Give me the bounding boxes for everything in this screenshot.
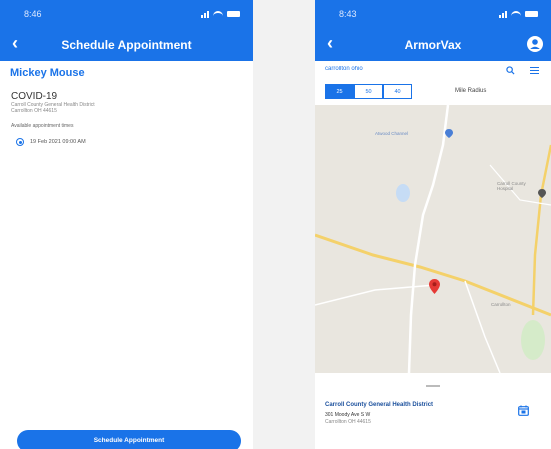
status-time: 8:46 <box>24 9 42 19</box>
location-address: 301 Moody Ave S W <box>325 412 371 418</box>
status-bar: 8:43 <box>315 0 551 28</box>
calendar-icon[interactable] <box>518 405 529 416</box>
status-icons <box>499 10 538 18</box>
wifi-icon <box>511 10 521 18</box>
account-icon[interactable] <box>527 36 543 52</box>
slots-label: Available appointment times <box>11 123 74 129</box>
search-icon[interactable] <box>506 66 515 75</box>
app-header: 8:46 ‹ Schedule Appointment <box>0 0 253 61</box>
vaccine-name: COVID-19 <box>11 91 58 102</box>
battery-icon <box>525 11 538 17</box>
radius-selector: 25 50 40 Mile Radius <box>315 80 551 102</box>
back-icon[interactable]: ‹ <box>12 34 18 52</box>
patient-name: Mickey Mouse <box>10 67 85 79</box>
location-search-input[interactable] <box>325 66 475 72</box>
signal-icon <box>499 10 507 18</box>
site-city: Carrollton OH 44615 <box>11 108 57 114</box>
status-icons <box>201 10 240 18</box>
wifi-icon <box>213 10 223 18</box>
map-label-atwood: Atwood Channel <box>375 131 409 136</box>
status-bar: 8:46 <box>0 0 253 28</box>
radius-option-40[interactable]: 40 <box>383 84 412 99</box>
radio-selected-icon[interactable] <box>16 138 24 146</box>
app-header: 8:43 ‹ ArmorVax <box>315 0 551 61</box>
location-name[interactable]: Carroll County General Health District <box>325 402 433 408</box>
location-city: Carrollton OH 44615 <box>325 419 371 425</box>
app-title: ArmorVax <box>404 37 462 52</box>
radius-option-50[interactable]: 50 <box>354 84 383 99</box>
appointment-slot[interactable]: 19 Feb 2021 09:00 AM <box>16 138 253 146</box>
location-pin-icon[interactable] <box>429 279 440 294</box>
map-label-carrollton: Carrollton <box>491 302 511 307</box>
map-canvas <box>315 105 551 373</box>
search-bar <box>315 61 551 80</box>
nav-row: ‹ ArmorVax <box>315 28 551 61</box>
radius-label: Mile Radius <box>455 88 487 94</box>
radius-option-25[interactable]: 25 <box>325 84 354 99</box>
sheet-handle[interactable] <box>426 385 440 387</box>
map-view[interactable]: Atwood Channel Carroll County Hospital C… <box>315 105 551 373</box>
nav-row: ‹ Schedule Appointment <box>0 28 253 61</box>
hospital-poi-icon[interactable] <box>538 189 546 198</box>
map-label-hospital: Carroll County Hospital <box>497 181 526 191</box>
battery-icon <box>227 11 240 17</box>
page-title: Schedule Appointment <box>61 37 192 52</box>
schedule-appointment-button[interactable]: Schedule Appointment <box>17 430 241 449</box>
signal-icon <box>201 10 209 18</box>
back-icon[interactable]: ‹ <box>327 34 333 52</box>
armorvax-map-screen: 8:43 ‹ ArmorVax 25 50 40 Mi <box>315 0 551 449</box>
map-poi-icon[interactable] <box>445 129 453 138</box>
menu-icon[interactable] <box>530 67 539 74</box>
status-time: 8:43 <box>339 9 357 19</box>
slot-label: 19 Feb 2021 09:00 AM <box>30 139 86 145</box>
schedule-appointment-screen: 8:46 ‹ Schedule Appointment Mickey Mouse… <box>0 0 253 449</box>
